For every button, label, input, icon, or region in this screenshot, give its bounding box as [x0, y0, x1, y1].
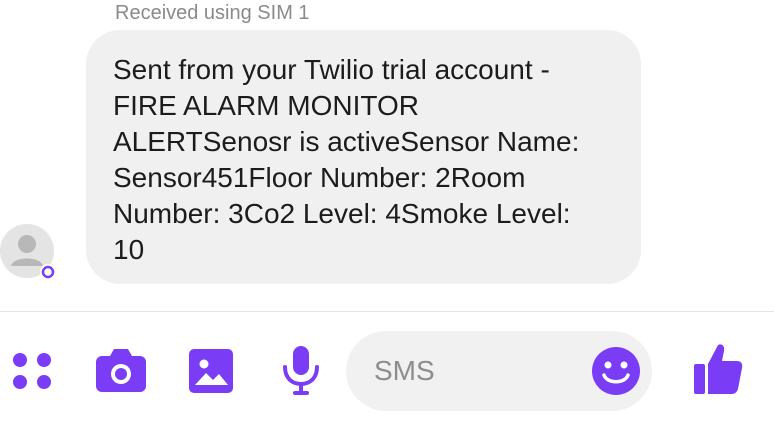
- sms-placeholder: SMS: [374, 355, 435, 386]
- message-line: Sensor451Floor Number: 2Room: [113, 162, 526, 193]
- thumbs-up-icon[interactable]: [692, 342, 744, 401]
- sim-label: Received using SIM 1: [115, 2, 310, 24]
- sms-input[interactable]: SMS: [346, 331, 652, 411]
- contact-avatar-icon[interactable]: [0, 222, 58, 280]
- microphone-icon[interactable]: [280, 345, 322, 402]
- gallery-image-icon[interactable]: [188, 348, 234, 399]
- camera-icon[interactable]: [95, 348, 147, 399]
- message-line: FIRE ALARM MONITOR: [113, 90, 419, 121]
- message-line: Number: 3Co2 Level: 4Smoke Level:: [113, 198, 571, 229]
- emoji-icon[interactable]: [591, 346, 641, 401]
- message-line: ALERTSenosr is activeSensor Name:: [113, 126, 580, 157]
- message-line: Sent from your Twilio trial account -: [113, 54, 550, 85]
- message-line: 10: [113, 234, 145, 265]
- composer-divider: [0, 311, 774, 312]
- apps-dots-icon[interactable]: [10, 350, 54, 399]
- message-bubble[interactable]: Sent from your Twilio trial account - FI…: [86, 30, 641, 284]
